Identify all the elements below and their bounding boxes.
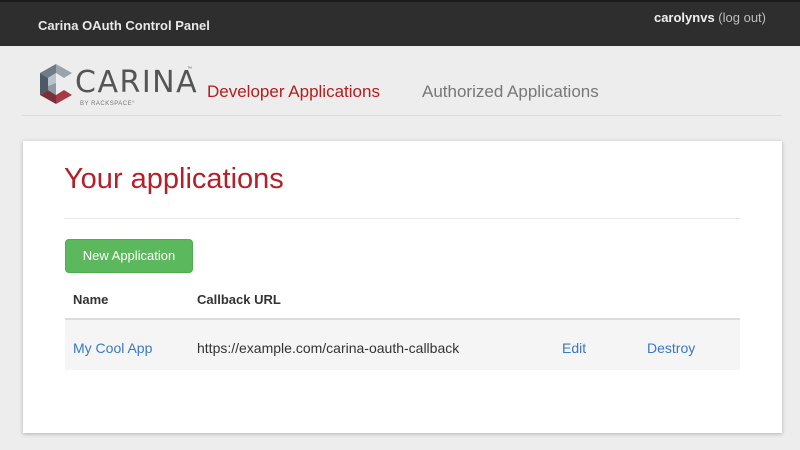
callback-url: https://example.com/carina-oauth-callbac… <box>197 340 460 356</box>
nav-row: CARINA ™ BY RACKSPACE° Developer Applica… <box>0 46 800 116</box>
logo-wordmark: CARINA <box>75 65 199 100</box>
user-area: carolynvs (log out) <box>654 10 766 25</box>
nav-developer-applications[interactable]: Developer Applications <box>207 82 380 102</box>
nav-authorized-applications[interactable]: Authorized Applications <box>422 82 599 102</box>
column-header-name: Name <box>73 292 109 307</box>
new-application-button[interactable]: New Application <box>65 239 193 273</box>
username: carolynvs <box>653 10 715 25</box>
nav-divider <box>22 115 782 116</box>
logo-byline: BY RACKSPACE° <box>80 101 136 107</box>
column-header-callback-url: Callback URL <box>197 292 281 307</box>
destroy-link[interactable]: Destroy <box>647 340 695 356</box>
title-divider <box>64 218 740 219</box>
logout-link[interactable]: (log out) <box>718 10 766 25</box>
carina-logo-icon <box>40 64 72 104</box>
applications-card: Your applications New Application Name C… <box>23 141 782 433</box>
logo-trademark: ™ <box>187 66 192 72</box>
carina-logo[interactable]: CARINA ™ BY RACKSPACE° <box>38 64 198 108</box>
panel-title: Carina OAuth Control Panel <box>38 18 210 33</box>
app-name-link[interactable]: My Cool App <box>73 340 152 356</box>
edit-link[interactable]: Edit <box>562 340 586 356</box>
table-row: My Cool App https://example.com/carina-o… <box>65 320 740 370</box>
page-title: Your applications <box>64 163 284 195</box>
top-bar: Carina OAuth Control Panel carolynvs (lo… <box>0 0 800 46</box>
